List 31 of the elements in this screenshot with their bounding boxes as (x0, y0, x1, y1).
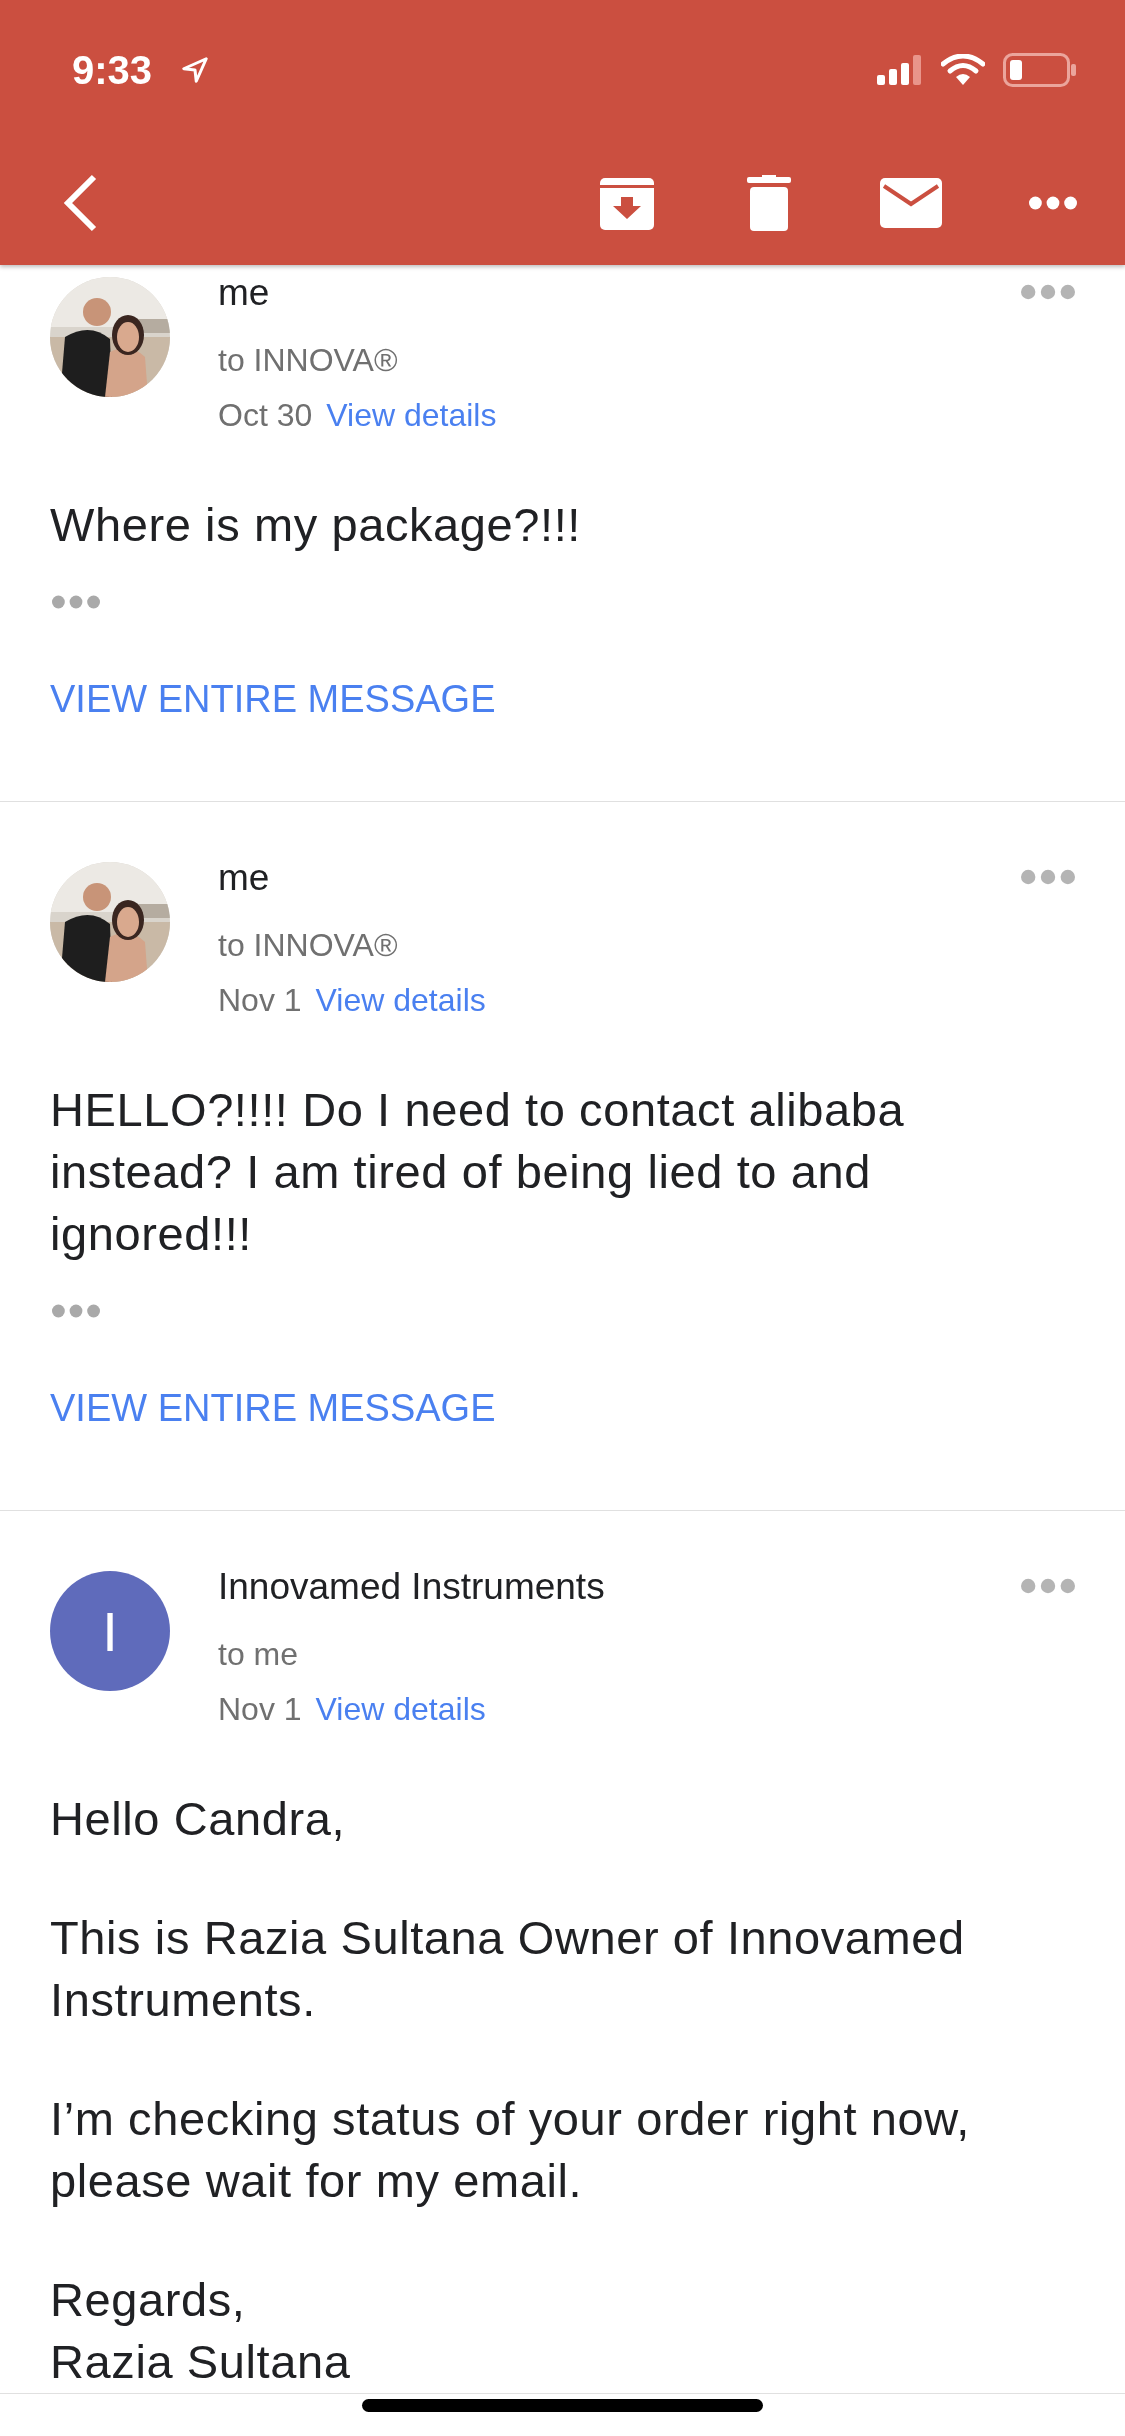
trimmed-content-icon[interactable] (52, 1303, 100, 1319)
message-text: Hello Candra, (50, 1791, 346, 1847)
message-date: Nov 1 (218, 982, 302, 1019)
recipient: to INNOVA® (218, 341, 399, 380)
message-text: HELLO?!!!! Do I need to contact alibaba instead? I am tired of being lied to and ignored!!! (50, 1082, 906, 1262)
message-text: This is Razia Sultana Owner of Innovamed Instruments. (50, 1910, 966, 2028)
message-text: Where is my package?!!! (50, 497, 581, 553)
view-entire-message-link[interactable]: VIEW ENTIRE MESSAGE (50, 678, 496, 801)
view-details-link[interactable]: View details (315, 1691, 486, 1728)
message-date: Nov 1 (218, 1691, 302, 1728)
message-text: Regards, Razia Sultana (50, 2272, 351, 2390)
mail-icon[interactable] (880, 177, 942, 228)
recipient: to me (218, 1635, 300, 1674)
sender-name: Innovamed Instruments (218, 1565, 606, 1609)
message-date: Oct 30 (218, 397, 313, 434)
status-time: 9:33 (72, 47, 153, 93)
view-details-link[interactable]: View details (326, 397, 497, 434)
message-text: I’m checking status of your order right now, please wait for my email. (50, 2091, 971, 2209)
view-entire-message-link[interactable]: VIEW ENTIRE MESSAGE (50, 1387, 496, 1510)
avatar: I (50, 1571, 170, 1691)
battery-icon (1003, 53, 1077, 87)
wifi-icon (941, 54, 985, 86)
trash-icon[interactable] (747, 174, 791, 231)
location-arrow-icon (179, 55, 210, 85)
trimmed-content-icon[interactable] (52, 594, 100, 610)
recipient: to INNOVA® (218, 926, 399, 965)
view-details-link[interactable]: View details (315, 982, 486, 1019)
more-icon[interactable] (1028, 194, 1078, 211)
sender-name: me (218, 271, 271, 315)
signal-icon (877, 55, 923, 85)
sender-name: me (218, 856, 271, 900)
